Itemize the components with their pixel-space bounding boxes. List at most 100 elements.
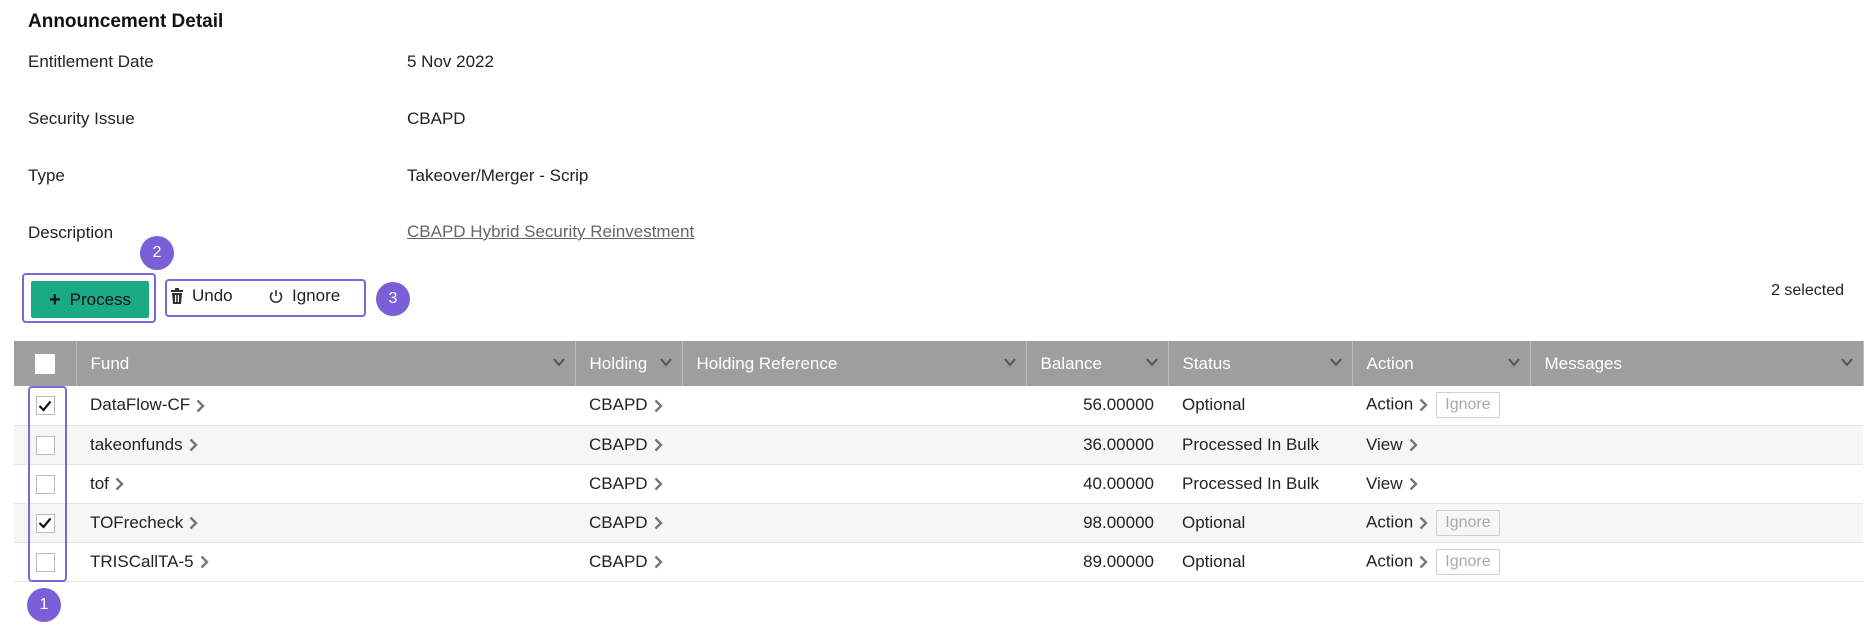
column-header-fund[interactable]: Fund [76,341,576,386]
action-link[interactable]: Action [1366,395,1413,414]
table-row[interactable]: TRISCallTA-5 CBAPD 89.00000 Optional Action I… [14,542,1863,582]
holding-cell[interactable]: CBAPD [575,542,682,582]
chevron-down-icon[interactable] [659,355,673,369]
holding-reference-cell [682,386,1026,426]
chevron-right-icon[interactable] [1419,398,1428,412]
chevron-right-icon[interactable] [189,516,198,530]
select-all-header [14,341,77,386]
column-label: Fund [90,353,130,373]
chevron-down-icon[interactable] [1329,355,1343,369]
table-row[interactable]: takeonfunds CBAPD 36.00000 Processed In Bul… [14,425,1863,465]
fund-cell[interactable]: tof [76,464,575,504]
plus-icon: + [48,288,61,311]
row-ignore-button[interactable]: Ignore [1436,548,1500,575]
chevron-right-icon[interactable] [654,516,663,530]
messages-cell [1530,503,1863,543]
holding-code[interactable]: CBAPD [589,513,648,532]
column-header-holding-reference[interactable]: Holding Reference [682,341,1027,386]
chevron-right-icon[interactable] [200,555,209,569]
balance-cell: 40.00000 [1026,464,1168,504]
chevron-down-icon[interactable] [1840,355,1854,369]
holding-cell[interactable]: CBAPD [575,386,682,426]
column-label: Action [1366,353,1414,373]
action-cell: Action Ignore [1352,503,1530,543]
row-ignore-button[interactable]: Ignore [1436,509,1500,536]
status-cell: Optional [1168,542,1352,582]
chevron-right-icon[interactable] [189,438,198,452]
holding-code[interactable]: CBAPD [589,435,648,454]
column-header-action[interactable]: Action [1352,341,1531,386]
fund-name[interactable]: TOFrecheck [90,513,183,532]
undo-button[interactable]: Undo [170,286,233,306]
chevron-right-icon[interactable] [1419,516,1428,530]
ignore-button[interactable]: Ignore [268,286,340,306]
table-row[interactable]: tof CBAPD 40.00000 Processed In Bulk View [14,464,1863,504]
messages-cell [1530,425,1863,465]
fund-cell[interactable]: DataFlow-CF [76,386,575,426]
description-link[interactable]: CBAPD Hybrid Security Reinvestment [407,222,694,242]
page-title: Announcement Detail [28,11,224,32]
holding-cell[interactable]: CBAPD [575,464,682,504]
fund-name[interactable]: takeonfunds [90,435,183,454]
column-header-messages[interactable]: Messages [1530,341,1864,386]
fund-cell[interactable]: TRISCallTA-5 [76,542,575,582]
chevron-right-icon[interactable] [654,399,663,413]
process-button-label: Process [69,289,132,309]
security-issue-value: CBAPD [407,109,466,128]
table-header-row: Fund Holding Holding Reference Balance S… [14,341,1864,386]
trash-icon [171,288,183,304]
checkbox-column-highlight [28,386,67,582]
status-cell: Processed In Bulk [1168,425,1352,465]
fund-name[interactable]: DataFlow-CF [90,395,190,414]
select-all-checkbox[interactable] [34,353,55,374]
holding-cell[interactable]: CBAPD [575,503,682,543]
fund-cell[interactable]: takeonfunds [76,425,575,465]
chevron-right-icon[interactable] [115,477,124,491]
column-header-status[interactable]: Status [1168,341,1353,386]
chevron-right-icon[interactable] [1419,555,1428,569]
fund-cell[interactable]: TOFrecheck [76,503,575,543]
holding-code[interactable]: CBAPD [589,395,648,414]
annotation-marker-3: 3 [376,282,410,316]
undo-button-label: Undo [192,286,233,305]
annotation-marker-2: 2 [140,236,174,270]
view-link[interactable]: View [1366,474,1403,493]
chevron-down-icon[interactable] [552,355,566,369]
entitlement-date-value: 5 Nov 2022 [407,52,494,71]
action-cell: View [1352,425,1530,465]
process-button[interactable]: + Process [31,281,149,318]
holdings-table: Fund Holding Holding Reference Balance S… [14,341,1864,582]
chevron-right-icon[interactable] [1409,438,1418,452]
annotation-marker-1: 1 [27,588,61,622]
action-cell: View [1352,464,1530,504]
column-header-holding[interactable]: Holding [575,341,683,386]
chevron-down-icon[interactable] [1507,355,1521,369]
fund-name[interactable]: TRISCallTA-5 [90,552,194,571]
holding-code[interactable]: CBAPD [589,552,648,571]
holding-code[interactable]: CBAPD [589,474,648,493]
description-label: Description [28,223,114,242]
column-header-balance[interactable]: Balance [1026,341,1169,386]
view-link[interactable]: View [1366,435,1403,454]
action-link[interactable]: Action [1366,512,1413,531]
action-link[interactable]: Action [1366,551,1413,570]
fund-name[interactable]: tof [90,474,109,493]
chevron-right-icon[interactable] [654,438,663,452]
chevron-right-icon[interactable] [654,555,663,569]
power-icon [269,290,283,304]
chevron-down-icon[interactable] [1145,355,1159,369]
chevron-right-icon[interactable] [654,477,663,491]
column-label: Messages [1544,353,1622,373]
messages-cell [1530,386,1863,426]
chevron-down-icon[interactable] [1003,355,1017,369]
chevron-right-icon[interactable] [1409,477,1418,491]
column-label: Status [1182,353,1231,373]
balance-cell: 98.00000 [1026,503,1168,543]
chevron-right-icon[interactable] [196,399,205,413]
table-row[interactable]: DataFlow-CF CBAPD 56.00000 Optional Action Ig… [14,386,1863,426]
holding-cell[interactable]: CBAPD [575,425,682,465]
table-row[interactable]: TOFrecheck CBAPD 98.00000 Optional Action Ign… [14,503,1863,543]
balance-cell: 89.00000 [1026,542,1168,582]
row-ignore-button[interactable]: Ignore [1436,392,1500,419]
security-issue-label: Security Issue [28,109,135,128]
